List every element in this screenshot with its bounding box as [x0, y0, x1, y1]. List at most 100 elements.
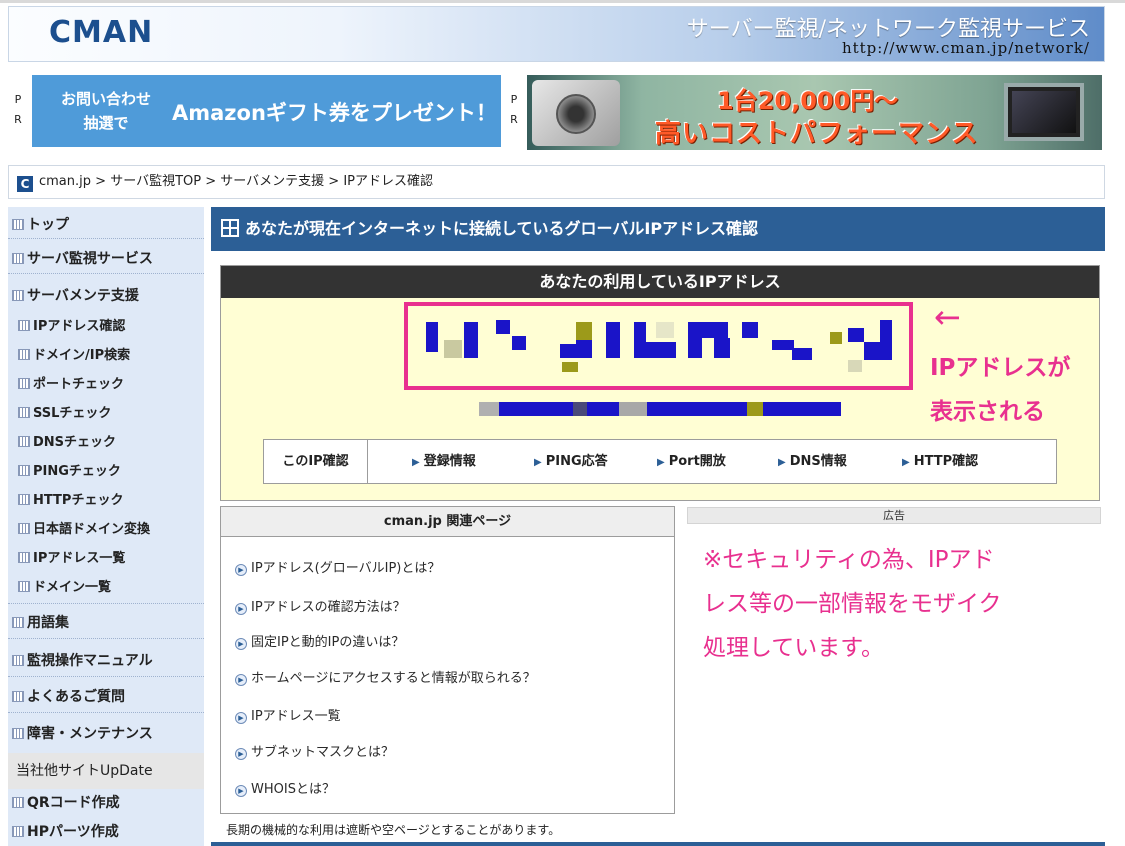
grid-square-icon [12, 797, 24, 808]
footer-note: 長期の機械的な利用は遮断や空ページとすることがあります。 [226, 823, 561, 837]
sidebar-item-maintenance[interactable]: サーバメンテ支援 [8, 285, 204, 305]
sidebar-item-domain-list[interactable]: ドメイン一覧 [8, 576, 204, 595]
sidebar-item-ssl-check[interactable]: SSLチェック [8, 402, 204, 421]
grid-square-icon [12, 253, 24, 264]
sidebar-item-outage[interactable]: 障害・メンテナンス [8, 723, 204, 743]
grid-square-icon [12, 691, 24, 702]
breadcrumb: Ccman.jp > サーバ監視TOP > サーバメンテ支援 > IPアドレス確… [8, 165, 1105, 199]
page-title: あなたが現在インターネットに接続しているグローバルIPアドレス確認 [211, 207, 1105, 251]
sidebar-item-manual[interactable]: 監視操作マニュアル [8, 650, 204, 670]
related-link[interactable]: ▶ 固定IPと動的IPの違いは？ [235, 631, 404, 650]
breadcrumb-maintenance[interactable]: サーバメンテ支援 [220, 174, 324, 189]
site-logo[interactable]: CMAN [49, 15, 153, 50]
sidebar-item-qr[interactable]: QRコード作成 [8, 792, 204, 812]
breadcrumb-server-top[interactable]: サーバ監視TOP [110, 174, 201, 189]
sidebar-item-port-check[interactable]: ポートチェック [8, 373, 204, 392]
grid-square-icon [18, 581, 30, 592]
grid-square-icon [18, 436, 30, 447]
related-link[interactable]: ▶ ホームページにアクセスすると情報が取られる？ [235, 667, 536, 686]
sidebar-item-jp-domain[interactable]: 日本語ドメイン変換 [8, 518, 204, 537]
camera-icon [532, 80, 620, 146]
sidebar-divider [8, 603, 204, 604]
circle-play-icon: ▶ [235, 748, 247, 760]
sidebar-item-hp-parts[interactable]: HPパーツ作成 [8, 821, 204, 841]
related-link[interactable]: ▶ サブネットマスクとは？ [235, 741, 394, 760]
monitor-icon [1004, 83, 1084, 141]
sidebar-item-dns-check[interactable]: DNSチェック [8, 431, 204, 450]
breadcrumb-home[interactable]: cman.jp [39, 174, 91, 189]
sidebar: トップ サーバ監視サービス サーバメンテ支援 IPアドレス確認 ドメイン/IP検… [8, 207, 204, 846]
banner2-price-text: 1台20,000円〜 [717, 87, 899, 115]
ip-highlight-frame [404, 302, 913, 390]
breadcrumb-current: IPアドレス確認 [343, 174, 434, 189]
circle-play-icon: ▶ [235, 785, 247, 797]
sidebar-divider [8, 238, 204, 239]
grid-square-icon [12, 219, 24, 230]
grid-square-icon [18, 407, 30, 418]
circle-play-icon: ▶ [235, 674, 247, 686]
grid-square-icon [18, 320, 30, 331]
related-link[interactable]: ▶ WHOISとは？ [235, 778, 335, 797]
sidebar-divider [8, 638, 204, 639]
grid-square-icon [18, 523, 30, 534]
cman-logo-icon: C [17, 176, 33, 192]
sidebar-item-ping-check[interactable]: PINGチェック [8, 460, 204, 479]
sidebar-divider [8, 273, 204, 274]
sidebar-item-monitoring[interactable]: サーバ監視サービス [8, 248, 204, 268]
ad-label: 広告 [687, 507, 1101, 524]
banner1-small-text: お問い合わせ 抽選で [60, 90, 151, 132]
grid-square-icon [12, 617, 24, 628]
triangle-right-icon: ▶ [412, 457, 420, 468]
grid-square-icon [12, 826, 24, 837]
grid-square-icon [18, 552, 30, 563]
breadcrumb-separator: > [95, 174, 107, 189]
link-http-check[interactable]: ▶ HTTP確認 [902, 440, 978, 484]
circle-play-icon: ▶ [235, 603, 247, 615]
link-ping-response[interactable]: ▶ PING応答 [534, 440, 608, 484]
related-link[interactable]: ▶ IPアドレス(グローバルIP)とは？ [235, 557, 440, 576]
sidebar-item-faq[interactable]: よくあるご質問 [8, 686, 204, 706]
link-dns-info[interactable]: ▶ DNS情報 [778, 440, 847, 484]
grid-square-icon [12, 655, 24, 666]
grid-square-icon [12, 290, 24, 301]
triangle-right-icon: ▶ [778, 457, 786, 468]
triangle-right-icon: ▶ [657, 457, 665, 468]
breadcrumb-separator: > [205, 174, 217, 189]
sidebar-divider [8, 676, 204, 677]
banner2-slogan-text: 高いコストパフォーマンス [655, 119, 979, 149]
link-registration-info[interactable]: ▶ 登録情報 [412, 440, 476, 484]
sidebar-item-glossary[interactable]: 用語集 [8, 612, 204, 632]
triangle-right-icon: ▶ [902, 457, 910, 468]
grid-square-icon [18, 378, 30, 389]
annotation-ip-shown: IPアドレスが 表示される [930, 355, 1071, 425]
triangle-right-icon: ▶ [534, 457, 542, 468]
grid-square-icon [18, 465, 30, 476]
ip-links-label: このIP確認 [264, 440, 368, 483]
amazon-gift-banner[interactable]: お問い合わせ 抽選で Amazonギフト券をプレゼント！ [32, 75, 501, 147]
annotation-arrow: ← [934, 298, 961, 336]
ip-box-header: あなたの利用しているIPアドレス [221, 266, 1099, 298]
sidebar-other-sites-label: 当社他サイトUpDate [8, 753, 204, 789]
grid-square-icon [12, 728, 24, 739]
related-pages-box: cman.jp 関連ページ ▶ IPアドレス(グローバルIP)とは？ ▶ IPアドレ… [220, 506, 675, 814]
breadcrumb-separator: > [328, 174, 340, 189]
header-url: http://www.cman.jp/network/ [841, 39, 1090, 57]
sidebar-item-top[interactable]: トップ [8, 214, 204, 234]
grid-square-icon [18, 349, 30, 360]
camera-promo-banner[interactable]: 1台20,000円〜 高いコストパフォーマンス [527, 75, 1102, 150]
bottom-rule [211, 842, 1105, 846]
sidebar-item-ip-check[interactable]: IPアドレス確認 [8, 315, 204, 334]
pr-mark-left: PR [14, 93, 22, 126]
related-link[interactable]: ▶ IPアドレスの確認方法は？ [235, 596, 406, 615]
sidebar-item-domain-search[interactable]: ドメイン/IP検索 [8, 344, 204, 363]
sidebar-divider [8, 712, 204, 713]
link-port-open[interactable]: ▶ Port開放 [657, 440, 726, 484]
circle-play-icon: ▶ [235, 638, 247, 650]
sidebar-item-ip-list[interactable]: IPアドレス一覧 [8, 547, 204, 566]
annotation-security-note: ※セキュリティの為、IPアド レス等の一部情報をモザイク 処理しています。 [703, 547, 1002, 661]
pr-mark-right: PR [510, 93, 518, 126]
ip-links-bar: このIP確認 ▶ 登録情報 ▶ PING応答 ▶ Port開放 ▶ DNS情報 ▶ HTT… [263, 439, 1057, 484]
related-link[interactable]: ▶ IPアドレス一覧 [235, 705, 341, 724]
grid-square-icon [18, 494, 30, 505]
sidebar-item-http-check[interactable]: HTTPチェック [8, 489, 204, 508]
